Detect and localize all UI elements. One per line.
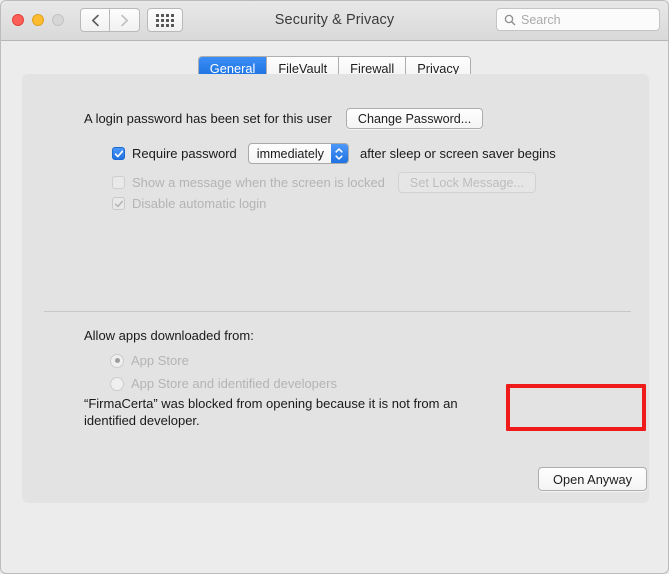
- search-placeholder: Search: [521, 12, 561, 27]
- red-highlight-annotation: [506, 384, 646, 431]
- require-password-label: Require password: [132, 146, 237, 161]
- disable-automatic-login-checkbox: [112, 197, 125, 210]
- section-divider: [44, 311, 631, 312]
- show-lock-message-label: Show a message when the screen is locked: [132, 175, 385, 190]
- require-password-checkbox[interactable]: [112, 147, 125, 160]
- show-lock-message-row: Show a message when the screen is locked…: [112, 172, 537, 193]
- open-anyway-button[interactable]: Open Anyway: [538, 467, 647, 491]
- window-titlebar: Security & Privacy Search: [1, 1, 668, 41]
- checkmark-icon: [114, 150, 123, 157]
- search-icon: [504, 14, 516, 25]
- app-store-label: App Store: [131, 353, 189, 368]
- require-password-delay-popup[interactable]: immediately: [247, 143, 349, 164]
- allow-apps-label-row: Allow apps downloaded from:: [84, 328, 254, 343]
- allow-apps-label: Allow apps downloaded from:: [84, 328, 254, 343]
- app-store-radio: [110, 353, 124, 368]
- allow-apps-option-app-store: App Store: [110, 353, 189, 368]
- general-settings-panel: A login password has been set for this u…: [22, 74, 649, 503]
- require-password-delay-value: immediately: [256, 146, 324, 161]
- require-password-suffix: after sleep or screen saver begins: [359, 146, 556, 161]
- set-lock-message-button: Set Lock Message...: [397, 172, 537, 193]
- identified-developers-label: App Store and identified developers: [131, 376, 337, 391]
- login-password-row: A login password has been set for this u…: [84, 108, 484, 129]
- login-password-status: A login password has been set for this u…: [84, 111, 332, 126]
- disable-automatic-login-label: Disable automatic login: [132, 196, 267, 211]
- radio-dot-icon: [114, 358, 120, 363]
- allow-apps-option-identified-developers: App Store and identified developers: [110, 376, 337, 391]
- require-password-row: Require password immediately after sleep…: [112, 143, 556, 164]
- chevron-down-icon: [335, 154, 344, 160]
- disable-automatic-login-row: Disable automatic login: [112, 196, 266, 211]
- search-field[interactable]: Search: [496, 8, 660, 31]
- blocked-app-message: “FirmaCerta” was blocked from opening be…: [84, 396, 458, 428]
- security-privacy-window: Security & Privacy Search General FileVa…: [0, 0, 669, 574]
- checkmark-icon: [114, 200, 123, 207]
- change-password-button[interactable]: Change Password...: [345, 108, 484, 129]
- window-bottom-bar: Click the lock to make changes. Advanced…: [1, 501, 668, 573]
- popup-arrows-icon: [330, 144, 348, 163]
- show-lock-message-checkbox: [112, 176, 125, 189]
- identified-developers-radio: [110, 376, 124, 391]
- chevron-up-icon: [335, 147, 344, 153]
